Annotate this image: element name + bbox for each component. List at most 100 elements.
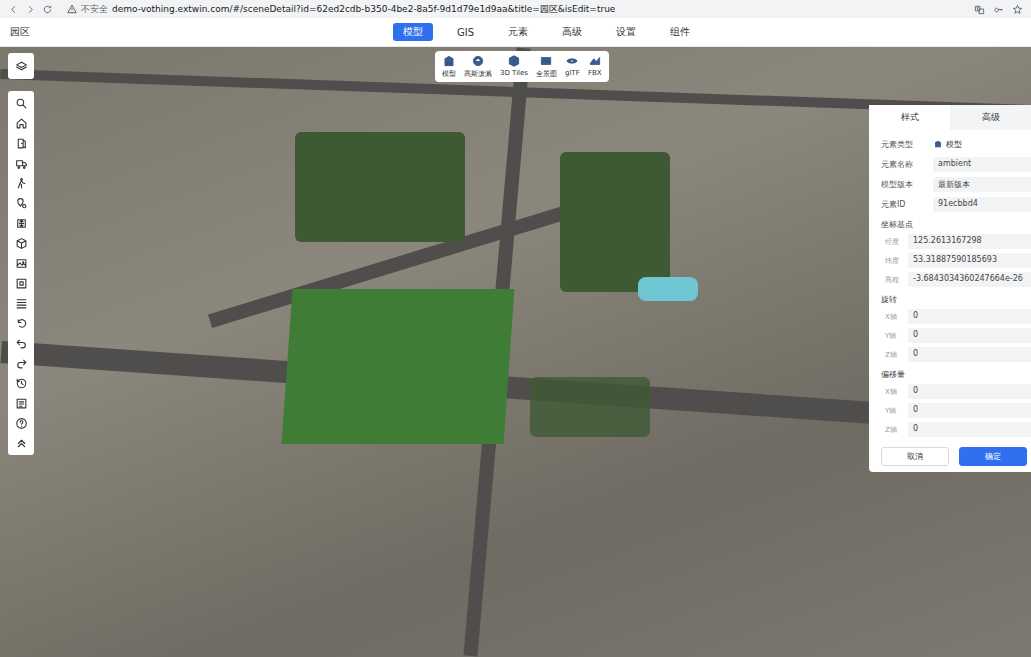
model-icon [933, 139, 943, 149]
toolbar-button[interactable] [8, 313, 34, 333]
forward-icon[interactable] [25, 4, 36, 15]
property-label: Y轴 [885, 331, 903, 341]
property-row: X轴 0 [881, 309, 1031, 324]
property-row: X轴 0 [881, 384, 1031, 399]
property-row: 高程 -3.6843034360247664e-26 [881, 272, 1031, 287]
toolbar-button[interactable] [8, 373, 34, 393]
property-field[interactable]: 0 [908, 384, 1031, 399]
main-tabs: 模型 GIS 元素高级设置组件 [393, 18, 700, 46]
select-icon [15, 277, 28, 290]
search-icon [15, 97, 28, 110]
city-3d-view[interactable]: 模型高斯泼溅3D Tiles全景图glTFFBX样式高级元素类型模型元素名称am… [0, 47, 1031, 657]
image-icon [15, 257, 28, 270]
panel-tab[interactable]: 样式 [869, 105, 950, 130]
property-field[interactable]: ambient [933, 157, 1031, 172]
property-field[interactable]: 53.31887590185693 [908, 253, 1031, 268]
property-section: 偏移量X轴0Y轴0Z轴0 [881, 369, 1031, 437]
key-icon[interactable] [993, 4, 1004, 15]
toolbar-button[interactable] [8, 173, 34, 193]
property-field[interactable]: 0 [908, 328, 1031, 343]
app-header: 园区模型GIS元素高级设置组件 [0, 18, 1031, 47]
toolbar-button[interactable] [8, 153, 34, 173]
property-field[interactable]: 0 [908, 422, 1031, 437]
star-icon[interactable] [1012, 4, 1023, 15]
property-label: X轴 [885, 312, 903, 322]
layers-button[interactable] [8, 53, 34, 79]
model-type-button[interactable]: 模型 [440, 54, 458, 79]
toolbar-button[interactable] [8, 113, 34, 133]
model-type-button[interactable]: 全景图 [534, 54, 559, 79]
property-section: 旋转X轴0Y轴0Z轴0 [881, 294, 1031, 362]
cube-icon [15, 237, 28, 250]
translate-icon[interactable] [974, 4, 985, 15]
address-bar[interactable]: 不安全 demo-vothing.extwin.com/#/sceneDetail… [59, 3, 968, 16]
property-field[interactable]: 91ecbbd4 [933, 197, 1031, 212]
property-field[interactable]: 0 [908, 347, 1031, 362]
property-field[interactable]: 最新版本 [933, 177, 1031, 192]
property-label: Y轴 [885, 406, 903, 416]
fbx-icon [588, 54, 602, 68]
panel-tab[interactable]: 高级 [950, 105, 1031, 130]
url-text: demo-vothing.extwin.com/#/sceneDetail?id… [112, 3, 615, 16]
walk-icon [15, 177, 28, 190]
map-park [560, 152, 670, 292]
home-icon [15, 117, 28, 130]
property-field[interactable]: 0 [908, 403, 1031, 418]
property-row: 纬度 53.31887590185693 [881, 253, 1031, 268]
main-tab[interactable]: GIS [447, 25, 484, 40]
toolbar-button[interactable] [8, 253, 34, 273]
property-label: X轴 [885, 387, 903, 397]
properties-panel: 样式高级元素类型模型元素名称ambient模型版本最新版本元素ID91ecbbd… [869, 105, 1031, 472]
side-toolbar [8, 91, 34, 455]
toolbar-button[interactable] [8, 433, 34, 453]
reset-icon [15, 317, 28, 330]
settings-panel-icon [15, 397, 28, 410]
toolbar-button[interactable] [8, 353, 34, 373]
model-type-button[interactable]: 3D Tiles [498, 54, 530, 79]
model-type-button[interactable]: FBX [586, 54, 604, 79]
toolbar-button[interactable] [8, 413, 34, 433]
main-tab[interactable]: 元素 [498, 23, 538, 41]
panel-button[interactable]: 确定 [959, 447, 1027, 466]
collapse-icon [15, 437, 28, 450]
gltf-icon [565, 54, 579, 68]
main-tab[interactable]: 组件 [660, 23, 700, 41]
toolbar-button[interactable] [8, 293, 34, 313]
toolbar-button[interactable] [8, 393, 34, 413]
map-pool [638, 277, 698, 301]
toolbar-button[interactable] [8, 193, 34, 213]
panel-button[interactable]: 取消 [881, 447, 949, 466]
security-label: 不安全 [81, 3, 108, 16]
property-row: 元素ID91ecbbd4 [881, 196, 1031, 212]
panorama-icon [539, 54, 553, 68]
property-row: Z轴0 [881, 347, 1031, 362]
back-icon[interactable] [8, 4, 19, 15]
layers-icon [15, 60, 28, 73]
main-tab[interactable]: 高级 [552, 23, 592, 41]
fit-view-icon [15, 217, 28, 230]
toolbar-button[interactable] [8, 273, 34, 293]
main-tab[interactable]: 模型 [393, 23, 433, 41]
property-section: 坐标基点经度125.2613167298纬度53.31887590185693高… [881, 219, 1031, 287]
section-title: 坐标基点 [881, 219, 1031, 230]
toolbar-button[interactable] [8, 93, 34, 113]
model-type-button[interactable]: glTF [563, 54, 582, 79]
gaussian-icon [471, 54, 485, 68]
property-label: 纬度 [885, 256, 903, 266]
model-type-toolbar: 模型高斯泼溅3D Tiles全景图glTFFBX [435, 51, 609, 82]
property-row: 模型版本最新版本 [881, 176, 1031, 192]
toolbar-button[interactable] [8, 133, 34, 153]
reload-icon[interactable] [42, 4, 53, 15]
property-field[interactable]: 0 [908, 309, 1031, 324]
model-type-button[interactable]: 高斯泼溅 [462, 54, 494, 79]
main-tab[interactable]: 设置 [606, 23, 646, 41]
tiles-icon [507, 54, 521, 68]
property-field[interactable]: -3.6843034360247664e-26 [908, 272, 1031, 287]
property-field[interactable]: 125.2613167298 [908, 234, 1031, 249]
toolbar-button[interactable] [8, 333, 34, 353]
section-title: 偏移量 [881, 369, 1031, 380]
toolbar-button[interactable] [8, 233, 34, 253]
help-icon [15, 417, 28, 430]
property-label: 高程 [885, 275, 903, 285]
toolbar-button[interactable] [8, 213, 34, 233]
